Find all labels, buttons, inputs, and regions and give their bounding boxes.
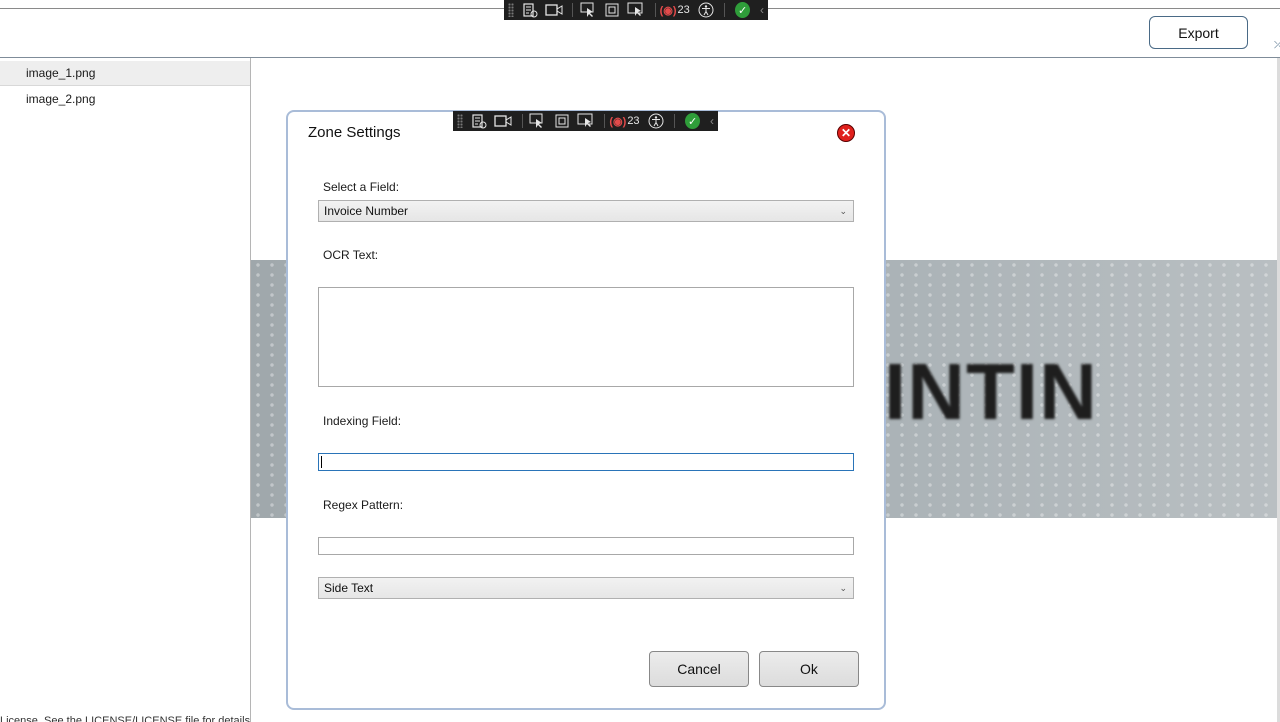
display-layout-adorners-icon[interactable] — [602, 1, 622, 19]
live-visual-tree-icon[interactable] — [520, 1, 540, 19]
record-video-icon[interactable] — [544, 1, 564, 19]
file-list-item[interactable]: image_1.png — [0, 61, 250, 86]
toolbar-grip-icon[interactable] — [457, 114, 463, 128]
export-button[interactable]: Export — [1149, 16, 1248, 49]
chevron-down-icon: ⌄ — [839, 583, 847, 593]
select-element-icon[interactable] — [577, 1, 597, 19]
track-focused-element-icon[interactable] — [626, 1, 646, 19]
chevron-down-icon: ⌄ — [839, 206, 847, 216]
toolbar-separator — [572, 3, 574, 17]
toolbar-separator — [674, 114, 676, 128]
live-visual-tree-icon[interactable] — [469, 112, 490, 130]
binding-failures-counter[interactable]: (◉) 23 — [609, 115, 639, 128]
file-list-item[interactable]: image_2.png — [0, 87, 250, 112]
toolbar-separator — [724, 3, 726, 17]
display-layout-adorners-icon[interactable] — [551, 112, 572, 130]
toolbar-separator — [604, 114, 606, 128]
regex-pattern-input[interactable] — [318, 537, 854, 555]
ocr-text-label: OCR Text: — [323, 248, 379, 262]
license-footer-text: License. See the LICENSE/LICENSE file fo… — [0, 715, 251, 722]
accessibility-icon[interactable] — [646, 112, 667, 130]
dialog-title: Zone Settings — [308, 124, 401, 141]
checkmark-icon[interactable]: ✓ — [735, 2, 751, 18]
text-position-select[interactable]: Side Text ⌄ — [318, 577, 854, 599]
binding-failures-counter[interactable]: (◉) 23 — [660, 4, 690, 17]
collapse-chevron-icon[interactable]: ‹ — [710, 114, 714, 128]
ocr-text-area[interactable] — [318, 287, 854, 387]
zone-settings-dialog: Zone Settings ✕ Select a Field: Invoice … — [286, 110, 886, 710]
track-focused-element-icon[interactable] — [576, 112, 597, 130]
ok-button[interactable]: Ok — [759, 651, 859, 687]
indexing-field-input[interactable] — [318, 453, 854, 471]
select-field-label: Select a Field: — [323, 180, 400, 194]
select-element-icon[interactable] — [527, 112, 548, 130]
indexing-field-label: Indexing Field: — [323, 414, 402, 428]
toolbar-separator — [521, 114, 523, 128]
binding-failures-icon: (◉) — [659, 4, 677, 17]
field-select-value: Invoice Number — [324, 204, 409, 218]
regex-pattern-label: Regex Pattern: — [323, 498, 404, 512]
binding-failures-icon: (◉) — [609, 115, 627, 128]
accessibility-icon[interactable] — [696, 1, 716, 19]
toolbar-grip-icon[interactable] — [508, 3, 514, 17]
binding-failures-count: 23 — [677, 4, 690, 16]
dialog-debug-toolbar: (◉) 23 ✓ ‹ — [453, 111, 718, 131]
field-select[interactable]: Invoice Number ⌄ — [318, 200, 854, 222]
image-text: INTIN — [884, 347, 1098, 436]
text-position-value: Side Text — [324, 581, 374, 595]
collapse-chevron-icon[interactable]: ‹ — [760, 3, 764, 17]
checkmark-icon[interactable]: ✓ — [685, 113, 701, 129]
runtime-debug-toolbar: (◉) 23 ✓ ‹ — [504, 0, 768, 20]
file-list-panel: image_1.png image_2.png — [0, 58, 251, 722]
cancel-button[interactable]: Cancel — [649, 651, 749, 687]
close-icon[interactable]: ✕ — [837, 124, 855, 142]
binding-failures-count: 23 — [627, 115, 640, 127]
toolbar-separator — [654, 3, 656, 17]
window-edge-glyph: ⤫ — [1274, 40, 1280, 51]
record-video-icon[interactable] — [493, 112, 514, 130]
